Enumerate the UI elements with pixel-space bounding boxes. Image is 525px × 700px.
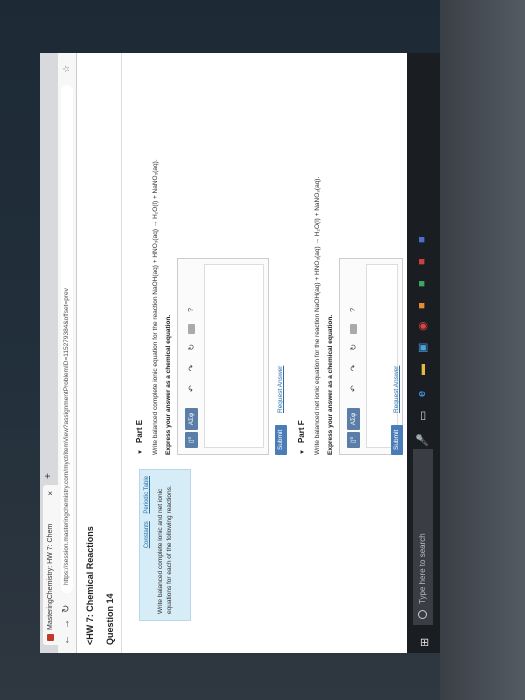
part-e-submit-button[interactable]: Submit <box>275 424 287 455</box>
app-icon[interactable]: ■ <box>416 236 428 243</box>
assignment-link[interactable]: <HW 7: Chemical Reactions <box>85 526 95 645</box>
part-e-prompt: Write balanced complete ionic equation f… <box>152 159 159 455</box>
keyboard-icon[interactable] <box>187 323 195 334</box>
keyboard-icon[interactable] <box>349 323 357 334</box>
bookmark-star-icon[interactable]: ☆ <box>61 65 72 73</box>
redo-icon[interactable]: ↷ <box>187 365 196 372</box>
undo-icon[interactable]: ↶ <box>187 385 196 392</box>
periodic-table-link[interactable]: Periodic Table <box>144 476 150 514</box>
part-e-answer-box: ▯⁰ AΣφ ↶ ↷ ↻ ? <box>177 258 269 455</box>
forward-arrow-icon[interactable]: → <box>61 619 72 629</box>
browser-tab-bar: MasteringChemistry: HW 7: Chem × + <box>40 53 58 653</box>
windows-start-icon[interactable]: ⊞ <box>418 638 431 647</box>
symbols-button[interactable]: AΣφ <box>184 408 198 430</box>
app-icon[interactable]: ■ <box>416 280 428 287</box>
task-view-icon[interactable]: ▭ <box>416 411 429 421</box>
help-icon[interactable]: ? <box>350 308 357 312</box>
instructions-panel: Constants Periodic Table Write balanced … <box>139 469 191 621</box>
back-arrow-icon[interactable]: ← <box>61 635 72 645</box>
part-f-title: Part F <box>297 420 306 444</box>
template-button[interactable]: ▯⁰ <box>184 432 198 448</box>
part-f: ▼ Part F Write balanced net ionic equatio… <box>297 55 334 455</box>
part-f-prompt: Write balanced net ionic equation for th… <box>314 176 321 455</box>
app-icon[interactable]: ■ <box>416 258 428 265</box>
reset-icon[interactable]: ↻ <box>349 344 358 351</box>
resource-links: Constants Periodic Table <box>144 476 150 554</box>
address-bar: ← → ↻ https://session.masteringchemistry… <box>58 53 77 653</box>
reload-icon[interactable]: ↻ <box>61 605 72 613</box>
collapse-triangle-icon: ▼ <box>138 449 144 455</box>
part-e-title: Part E <box>135 419 144 444</box>
taskbar: ⊞ Type here to search 🎤 ▭ e ▬ ▣ ◉ ■ ■ ■ … <box>407 53 440 653</box>
search-placeholder: Type here to search <box>418 533 427 604</box>
edge-icon[interactable]: e <box>416 391 428 397</box>
part-f-express: Express your answer as a chemical equati… <box>327 314 334 455</box>
template-button[interactable]: ▯⁰ <box>346 432 360 448</box>
store-icon[interactable]: ▣ <box>416 343 429 353</box>
browser-tab[interactable]: MasteringChemistry: HW 7: Chem × <box>43 485 58 645</box>
part-f-header[interactable]: ▼ Part F <box>297 55 306 455</box>
part-e-express: Express your answer as a chemical equati… <box>165 314 172 455</box>
help-icon[interactable]: ? <box>188 308 195 312</box>
keyboard-deck: hp <box>440 0 525 700</box>
part-e-toolbar: ▯⁰ AΣφ ↶ ↷ ↻ ? <box>184 308 198 448</box>
redo-icon[interactable]: ↷ <box>349 365 358 372</box>
microphone-icon[interactable]: 🎤 <box>416 433 429 447</box>
symbols-button[interactable]: AΣφ <box>346 408 360 430</box>
favicon-icon <box>47 634 54 641</box>
tab-title: MasteringChemistry: HW 7: Chem <box>47 523 54 630</box>
part-f-answer-input[interactable] <box>366 264 398 448</box>
question-title: Question 14 <box>105 593 115 645</box>
new-tab-button[interactable]: + <box>43 473 54 479</box>
reset-icon[interactable]: ↻ <box>187 344 196 351</box>
taskbar-search[interactable]: Type here to search <box>413 449 433 625</box>
instructions-text: Write balanced complete ionic and net io… <box>157 485 173 614</box>
chrome-icon[interactable]: ◉ <box>416 321 429 331</box>
page-content: <HW 7: Chemical Reactions Question 14 Co… <box>77 53 407 653</box>
part-e-request-answer-link[interactable]: Request Answer <box>277 366 284 413</box>
tab-close-icon[interactable]: × <box>46 491 55 496</box>
part-f-toolbar: ▯⁰ AΣφ ↶ ↷ ↻ ? <box>346 308 360 448</box>
laptop-screen: MasteringChemistry: HW 7: Chem × + ← → ↻… <box>40 53 440 653</box>
file-explorer-icon[interactable]: ▬ <box>416 364 428 375</box>
cortana-icon <box>418 610 428 619</box>
constants-link[interactable]: Constants <box>144 521 150 548</box>
divider <box>121 53 122 653</box>
part-e-header[interactable]: ▼ Part E <box>135 55 144 455</box>
part-f-submit-button[interactable]: Submit <box>391 424 403 455</box>
part-e: ▼ Part E Write balanced complete ionic eq… <box>135 55 172 455</box>
rotated-screen-content: MasteringChemistry: HW 7: Chem × + ← → ↻… <box>40 53 440 653</box>
url-field[interactable]: https://session.masteringchemistry.com/m… <box>61 85 73 593</box>
part-f-request-answer-link[interactable]: Request Answer <box>393 366 400 413</box>
undo-icon[interactable]: ↶ <box>349 385 358 392</box>
app-icon[interactable]: ■ <box>416 302 428 309</box>
part-e-answer-input[interactable] <box>204 264 264 448</box>
collapse-triangle-icon: ▼ <box>300 449 306 455</box>
